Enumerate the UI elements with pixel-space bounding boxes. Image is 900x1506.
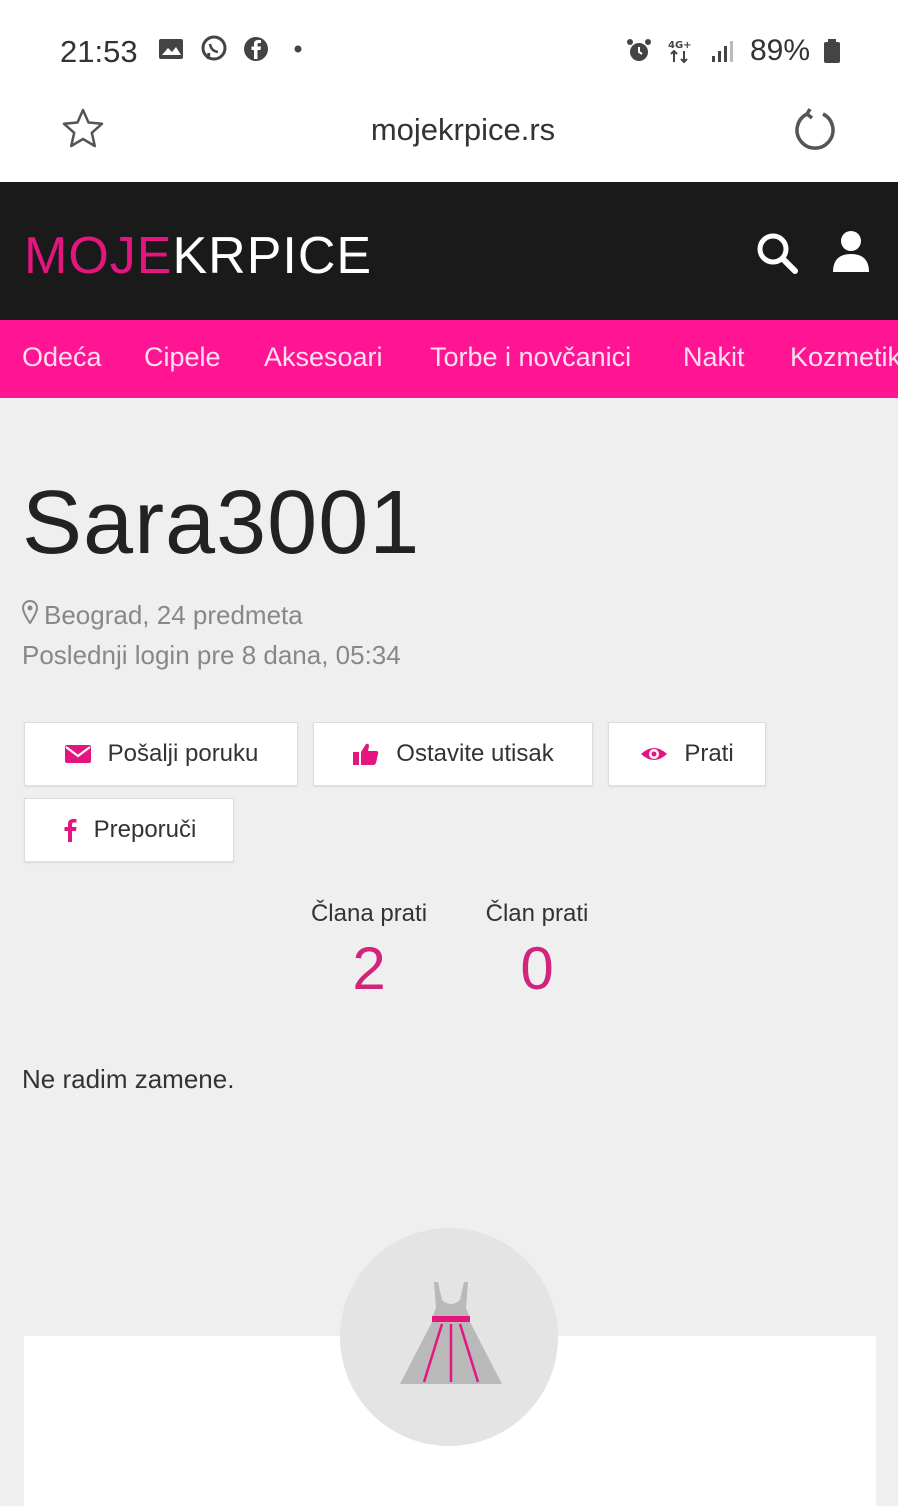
leave-feedback-button[interactable]: Ostavite utisak (313, 722, 593, 786)
facebook-icon (241, 34, 271, 64)
eye-icon (640, 741, 668, 767)
profile-location: Beograd, 24 predmeta (21, 599, 303, 631)
search-icon[interactable] (754, 230, 800, 276)
nav-item-odeca[interactable]: Odeća (22, 342, 102, 373)
location-text: Beograd, 24 predmeta (44, 600, 303, 630)
reload-icon[interactable] (790, 104, 840, 154)
viber-icon (199, 34, 229, 64)
signal-icon (708, 36, 738, 66)
map-pin-icon (21, 599, 39, 631)
follow-button[interactable]: Prati (608, 722, 766, 786)
following-label: Člana prati (310, 900, 428, 927)
battery-percent: 89% (749, 34, 810, 67)
recommend-button[interactable]: Preporuči (24, 798, 234, 862)
following-value: 2 (352, 935, 386, 1002)
nav-item-aksesoari[interactable]: Aksesoari (264, 342, 383, 373)
dress-icon (398, 1278, 504, 1390)
following-stat[interactable]: Člana prati 2 (300, 900, 438, 1003)
last-login: Poslednji login pre 8 dana, 05:34 (22, 640, 401, 670)
alarm-icon (624, 36, 654, 66)
thumbs-up-icon (352, 741, 380, 767)
profile-username: Sara3001 (22, 473, 421, 573)
nav-item-cipele[interactable]: Cipele (144, 342, 221, 373)
envelope-icon (64, 741, 92, 767)
dot-icon (283, 34, 313, 64)
followers-label: Član prati (485, 900, 589, 927)
url-text[interactable]: mojekrpice.rs (0, 112, 900, 148)
followers-stat[interactable]: Član prati 0 (478, 900, 596, 1003)
followers-value: 0 (520, 935, 554, 1002)
status-time: 21:53 (60, 34, 138, 69)
status-bar: 21:53 4G+ 89% (0, 0, 900, 92)
nav-item-kozmetika[interactable]: Kozmetika (790, 342, 898, 373)
battery-icon (822, 36, 842, 66)
profile-about: Ne radim zamene. (22, 1064, 235, 1094)
site-logo[interactable]: MOJEKRPICE (24, 226, 372, 286)
category-nav: Odeća Cipele Aksesoari Torbe i novčanici… (0, 320, 898, 398)
send-message-button[interactable]: Pošalji poruku (24, 722, 298, 786)
4g-icon: 4G+ (666, 36, 696, 66)
image-icon (157, 34, 187, 64)
browser-url-bar: mojekrpice.rs (0, 92, 900, 182)
profile-content: Sara3001 Beograd, 24 predmeta Poslednji … (0, 398, 898, 1506)
nav-item-nakit[interactable]: Nakit (683, 342, 745, 373)
site-header: MOJEKRPICE (0, 182, 898, 320)
facebook-f-icon (62, 817, 78, 843)
svg-text:4G+: 4G+ (668, 40, 692, 51)
user-icon[interactable] (830, 228, 872, 274)
nav-item-torbe[interactable]: Torbe i novčanici (430, 342, 631, 373)
